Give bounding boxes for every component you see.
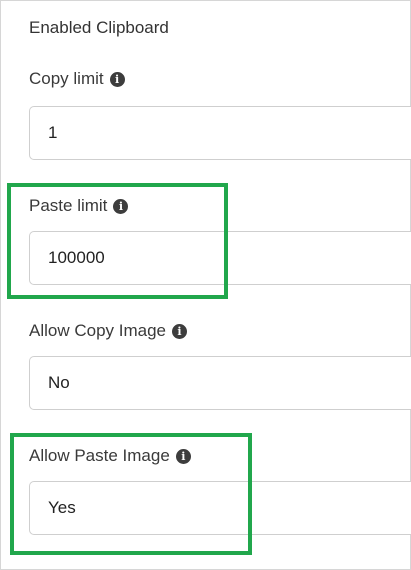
copy-limit-label-row: Copy limit i	[29, 68, 125, 90]
allow-copy-image-select[interactable]: No	[29, 356, 411, 410]
info-icon[interactable]: i	[109, 71, 125, 87]
allow-copy-image-value: No	[48, 373, 70, 392]
allow-copy-image-label-row: Allow Copy Image i	[29, 320, 188, 342]
allow-copy-image-label: Allow Copy Image	[29, 321, 167, 340]
clipboard-settings-panel: Enabled Clipboard Copy limit i 1 Paste l…	[0, 0, 411, 570]
section-title: Enabled Clipboard	[29, 18, 169, 37]
copy-limit-input[interactable]: 1	[29, 106, 411, 160]
allow-paste-image-highlight-box	[10, 433, 252, 555]
paste-limit-highlight-box	[7, 183, 228, 299]
copy-limit-value: 1	[48, 123, 58, 142]
copy-limit-label: Copy limit	[29, 69, 104, 88]
info-icon[interactable]: i	[172, 323, 188, 339]
